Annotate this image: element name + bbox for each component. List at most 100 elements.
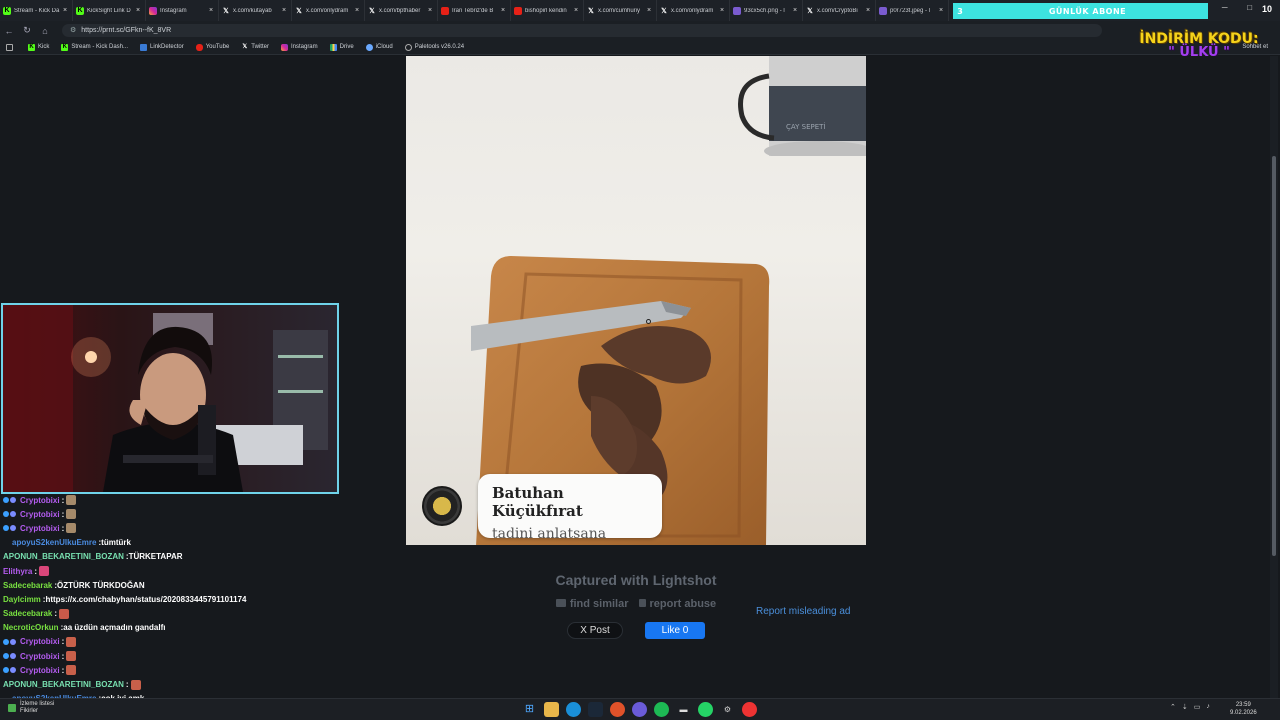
url-input[interactable]: ⚙ https://prnt.sc/GFkn--fK_8VR bbox=[62, 24, 1102, 37]
browser-tab[interactable]: 𝕏x.com/onlydram × bbox=[292, 0, 365, 21]
bookmark-item[interactable]: K Kick bbox=[28, 43, 49, 51]
find-similar-link[interactable]: find similar bbox=[555, 598, 629, 610]
edge-icon[interactable] bbox=[566, 702, 581, 717]
report-misleading-ad-link[interactable]: Report misleading ad bbox=[756, 606, 851, 617]
bookmark-item[interactable]: K Stream - Kick Dash... bbox=[61, 43, 128, 51]
chat-username[interactable]: Sadecebarak bbox=[3, 609, 52, 618]
chat-username[interactable]: APONUN_BEKARETINI_BOZAN bbox=[3, 552, 124, 561]
close-tab-icon[interactable]: × bbox=[280, 7, 288, 14]
browser-tab[interactable]: 𝕏x.com/kutayab × bbox=[219, 0, 292, 21]
facebook-like-button[interactable]: Like 0 bbox=[645, 622, 705, 639]
bookmark-item[interactable]: YouTube bbox=[195, 43, 229, 51]
daily-subscriber-number: 3 bbox=[957, 6, 963, 16]
browser-tab[interactable]: 𝕏x.com/CryptoBi × bbox=[803, 0, 876, 21]
bookmark-item[interactable]: LinkDetector bbox=[140, 43, 184, 51]
browser-tab[interactable]: K KickSight Link D × bbox=[73, 0, 146, 21]
user-badges bbox=[3, 511, 17, 518]
close-tab-icon[interactable]: × bbox=[864, 7, 872, 14]
maximize-icon[interactable]: □ bbox=[1247, 3, 1252, 17]
browser-tab[interactable]: p0r723t.jpeg - l × bbox=[876, 0, 949, 21]
minimize-icon[interactable]: ─ bbox=[1222, 3, 1228, 17]
report-abuse-link[interactable]: report abuse bbox=[638, 598, 716, 610]
site-info-icon[interactable]: ⚙ bbox=[70, 27, 76, 34]
bookmark-item[interactable]: Instagram bbox=[280, 43, 318, 51]
close-tab-icon[interactable]: × bbox=[426, 7, 434, 14]
reload-icon[interactable]: ↻ bbox=[18, 25, 36, 36]
chat-message: apoyuS2kenUlkuEmre: tümtürk bbox=[0, 536, 340, 550]
close-tab-icon[interactable]: × bbox=[207, 7, 215, 14]
media-icon[interactable]: ▬ bbox=[676, 702, 691, 717]
chat-username[interactable]: Cryptobixi bbox=[20, 637, 60, 646]
browser-tab[interactable]: 𝕏x.com/cumhuriy × bbox=[584, 0, 657, 21]
widgets-button[interactable]: İzleme listesi Fikirler bbox=[8, 701, 54, 715]
scrollbar-thumb[interactable] bbox=[1272, 156, 1276, 556]
x-post-button[interactable]: X Post bbox=[567, 622, 623, 639]
close-tab-icon[interactable]: × bbox=[645, 7, 653, 14]
close-tab-icon[interactable]: × bbox=[572, 7, 580, 14]
tray-chevron-icon[interactable]: ⌃ bbox=[1170, 703, 1176, 711]
discord-icon[interactable] bbox=[632, 702, 647, 717]
home-icon[interactable]: ⌂ bbox=[36, 26, 54, 36]
steam-icon[interactable] bbox=[588, 702, 603, 717]
close-tab-icon[interactable]: × bbox=[61, 7, 69, 14]
browser-tab[interactable]: 93cx5ch.png - l × bbox=[730, 0, 803, 21]
chat-username[interactable]: Cryptobixi bbox=[20, 666, 60, 675]
file-explorer-icon[interactable] bbox=[544, 702, 559, 717]
brave-icon[interactable] bbox=[610, 702, 625, 717]
chat-username[interactable]: Elithyra bbox=[3, 567, 32, 576]
browser-tab-title: KickSight Link D bbox=[87, 7, 131, 14]
bookmark-item[interactable]: iCloud bbox=[365, 43, 393, 51]
browser-tab[interactable]: 𝕏x.com/onlydram × bbox=[657, 0, 730, 21]
chat-text: TÜRKETAPAR bbox=[128, 552, 183, 562]
close-tab-icon[interactable]: × bbox=[937, 7, 945, 14]
taskbar-clock[interactable]: 23:59 9.02.2026 bbox=[1230, 701, 1257, 717]
browser-tab[interactable]: İran Tebriz'de B × bbox=[438, 0, 511, 21]
browser-tab[interactable]: 𝕏x.com/bpthaber × bbox=[365, 0, 438, 21]
badge-icon bbox=[3, 667, 9, 674]
chat-username[interactable]: Cryptobixi bbox=[20, 652, 60, 661]
user-badges bbox=[3, 653, 17, 660]
bookmark-item[interactable]: Drive bbox=[329, 43, 354, 51]
chat-username[interactable]: apoyuS2kenUlkuEmre bbox=[12, 538, 96, 547]
chat-username[interactable]: Sadecebarak bbox=[3, 581, 52, 590]
chat-separator: : bbox=[61, 651, 65, 661]
bookmarks-menu-icon[interactable] bbox=[6, 43, 16, 51]
badge-icon bbox=[10, 511, 16, 518]
chat-message: Cryptobixi: bbox=[0, 663, 340, 677]
monitor-icon[interactable]: ▭ bbox=[1194, 703, 1201, 711]
badge-icon bbox=[10, 525, 16, 532]
close-tab-icon[interactable]: × bbox=[499, 7, 507, 14]
close-tab-icon[interactable]: × bbox=[353, 7, 361, 14]
shared-screenshot-image[interactable]: ÇAY SEPETİ Batuhan Küçükfırat tadini anl… bbox=[406, 56, 866, 545]
chat-username[interactable]: APONUN_BEKARETINI_BOZAN bbox=[3, 680, 124, 689]
chat-username[interactable]: Daylcimm bbox=[3, 595, 41, 604]
bookmark-kick-icon: K bbox=[61, 43, 69, 51]
chat-username[interactable]: Cryptobixi bbox=[20, 496, 60, 505]
close-tab-icon[interactable]: × bbox=[718, 7, 726, 14]
download-icon[interactable]: ⇣ bbox=[1182, 703, 1188, 711]
instagram-icon bbox=[149, 6, 157, 15]
browser-tab[interactable]: K Stream - Kick Da × bbox=[0, 0, 73, 21]
bookmark-kick-icon: K bbox=[28, 43, 35, 51]
bookmark-item[interactable]: Paletools v26.0.24 bbox=[404, 43, 464, 51]
image-icon bbox=[733, 6, 741, 15]
browser-tab[interactable]: Instagram × bbox=[146, 0, 219, 21]
page-scrollbar[interactable] bbox=[1270, 56, 1278, 698]
chat-message: Cryptobixi: bbox=[0, 507, 340, 521]
windows-start-icon[interactable]: ⊞ bbox=[522, 702, 537, 717]
back-arrow-icon[interactable]: ← bbox=[0, 26, 18, 36]
volume-icon[interactable]: ♪ bbox=[1206, 703, 1210, 711]
recorder-icon[interactable] bbox=[742, 702, 757, 717]
chat-username[interactable]: Cryptobixi bbox=[20, 510, 60, 519]
badge-icon bbox=[10, 653, 16, 660]
kick-icon: K bbox=[3, 6, 11, 15]
chat-username[interactable]: Cryptobixi bbox=[20, 524, 60, 533]
spotify-icon[interactable] bbox=[654, 702, 669, 717]
browser-tab[interactable]: bishopirl kendin × bbox=[511, 0, 584, 21]
whatsapp-icon[interactable] bbox=[698, 702, 713, 717]
bookmark-item[interactable]: 𝕏 Twitter bbox=[241, 44, 269, 51]
chat-username[interactable]: NecroticOrkun bbox=[3, 623, 59, 632]
close-tab-icon[interactable]: × bbox=[134, 7, 142, 14]
settings-icon[interactable]: ⚙ bbox=[720, 702, 735, 717]
close-tab-icon[interactable]: × bbox=[791, 7, 799, 14]
